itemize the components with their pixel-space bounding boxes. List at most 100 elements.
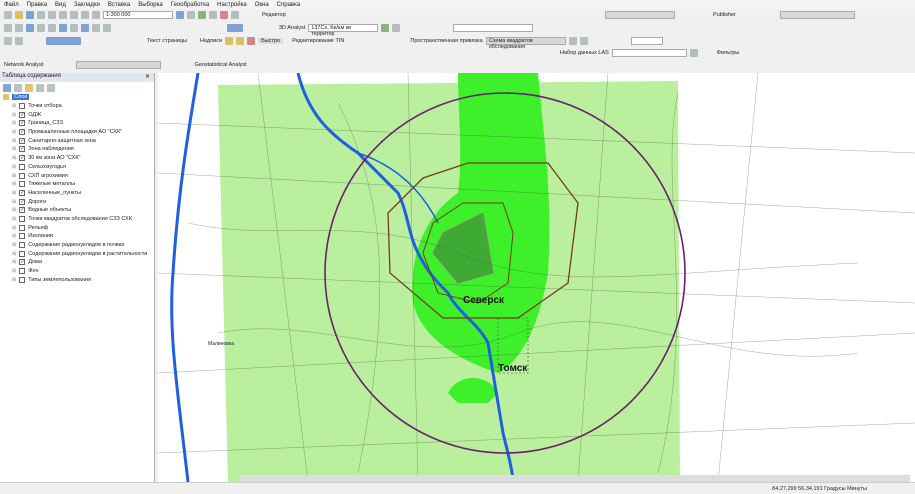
label-manager-icon[interactable]	[225, 37, 234, 45]
toc-layer[interactable]: ⊞ Рельеф	[0, 223, 154, 232]
expand-icon[interactable]: ⊞	[12, 112, 16, 118]
toc-layer[interactable]: ⊞ ✓ Санитарно-защитная зона	[0, 136, 154, 145]
las-icon[interactable]	[689, 49, 698, 57]
toc-layer[interactable]: ⊞ ✓ 30 км зона АО "СХК"	[0, 154, 154, 163]
draw-icon[interactable]	[4, 37, 12, 45]
layer-visibility-checkbox[interactable]: ✓	[19, 155, 26, 162]
toc-layer[interactable]: ⊞ Типы землепользования	[0, 275, 154, 284]
expand-icon[interactable]: ⊞	[12, 103, 16, 109]
fast-select[interactable]: Быстро	[258, 38, 284, 44]
layer-visibility-checkbox[interactable]	[19, 172, 26, 179]
layer-visibility-checkbox[interactable]: ✓	[19, 259, 26, 266]
layer-visibility-checkbox[interactable]	[19, 215, 26, 222]
layer-visibility-checkbox[interactable]	[19, 250, 26, 257]
arctoolbox-icon[interactable]	[220, 11, 228, 19]
publisher-select[interactable]	[780, 11, 855, 19]
profile-icon[interactable]	[392, 24, 401, 32]
layer-visibility-checkbox[interactable]	[19, 242, 26, 249]
expand-icon[interactable]: ⊞	[12, 155, 16, 161]
toc-layer[interactable]: ⊞ ✓ Граница_СЗЗ	[0, 119, 154, 128]
map-view[interactable]: Северск Томск Малиновка	[158, 73, 915, 482]
toc-layer[interactable]: ⊞ ✓ Промышленные площадки АО "СХК"	[0, 128, 154, 137]
toc-layer[interactable]: ⊞ Содержание радионуклидов в почвах	[0, 241, 154, 250]
tin-edit-menu[interactable]: Редактирование TIN	[292, 38, 344, 44]
zoom-in-icon[interactable]	[4, 24, 12, 32]
select-icon[interactable]	[70, 24, 78, 32]
3d-layer-select[interactable]: 137Cs, Ки/км кв территор	[308, 24, 379, 37]
toc-layer[interactable]: ⊞ ✓ Дома	[0, 258, 154, 267]
expand-icon[interactable]: ⊞	[12, 207, 16, 213]
color-swatch[interactable]	[227, 24, 243, 32]
layer-visibility-checkbox[interactable]	[19, 276, 26, 283]
menu-edit[interactable]: Правка	[27, 2, 47, 8]
page-text-menu[interactable]: Текст страницы	[147, 38, 187, 44]
layer-visibility-checkbox[interactable]	[19, 103, 26, 110]
layer-visibility-checkbox[interactable]: ✓	[19, 207, 26, 214]
label-icon[interactable]	[236, 37, 245, 45]
fixed-zoom-icon[interactable]	[48, 24, 56, 32]
data-frame-label[interactable]: Слои	[12, 94, 30, 101]
expand-icon[interactable]: ⊞	[12, 199, 16, 205]
list-by-source-icon[interactable]	[14, 83, 22, 92]
toc-layer[interactable]: ⊞ СХП агрохимия	[0, 171, 154, 180]
layer-visibility-checkbox[interactable]	[19, 224, 26, 231]
expand-icon[interactable]: ⊞	[12, 146, 16, 152]
toc-layer[interactable]: ⊞ Тяжелые металлы	[0, 180, 154, 189]
spatial-adjust-menu[interactable]: Пространственная привязка	[410, 38, 482, 44]
expand-icon[interactable]: ⊞	[12, 164, 16, 170]
network-select[interactable]	[76, 61, 162, 69]
find-icon[interactable]	[92, 24, 100, 32]
open-icon[interactable]	[15, 11, 23, 19]
layer-visibility-checkbox[interactable]	[19, 268, 26, 275]
menu-view[interactable]: Вид	[55, 2, 66, 8]
undo-icon[interactable]	[81, 11, 89, 19]
identify-icon[interactable]	[81, 24, 89, 32]
expand-icon[interactable]: ⊞	[12, 129, 16, 135]
toc-layer[interactable]: ⊞ ✓ ОДЖ	[0, 110, 154, 119]
layer-visibility-checkbox[interactable]	[19, 181, 26, 188]
geostatistical-analyst-menu[interactable]: Geostatistical Analyst	[194, 62, 246, 68]
toc-layer[interactable]: ⊞ Сельхозугодья	[0, 163, 154, 172]
toc-layer[interactable]: ⊞ Изолинии	[0, 232, 154, 241]
add-data-icon[interactable]	[92, 11, 100, 19]
copy-icon[interactable]	[59, 11, 67, 19]
layer-visibility-checkbox[interactable]: ✓	[19, 111, 26, 118]
layer-visibility-checkbox[interactable]: ✓	[19, 146, 26, 153]
expand-icon[interactable]: ⊞	[12, 259, 16, 265]
layer-visibility-checkbox[interactable]: ✓	[19, 189, 26, 196]
print-icon[interactable]	[37, 11, 45, 19]
toc-layer[interactable]: ⊞ ✓ Зона наблюдения	[0, 145, 154, 154]
list-by-visibility-icon[interactable]	[25, 83, 33, 92]
editor-menu[interactable]: Редактор	[262, 12, 286, 18]
label-priority-icon[interactable]	[247, 37, 256, 45]
scale-field[interactable]: 1:300 000	[103, 11, 173, 19]
save-icon[interactable]	[26, 11, 34, 19]
expand-icon[interactable]: ⊞	[12, 225, 16, 231]
spatial-adjust-layer[interactable]: Схема квадратов обследования	[485, 37, 566, 50]
fill-color[interactable]	[46, 37, 81, 45]
full-extent-icon[interactable]	[37, 24, 45, 32]
catalog-icon[interactable]	[198, 11, 206, 19]
menu-windows[interactable]: Окна	[255, 2, 269, 8]
expand-icon[interactable]: ⊞	[12, 216, 16, 222]
expand-icon[interactable]: ⊞	[12, 277, 16, 283]
labels-menu[interactable]: Надписи	[200, 38, 222, 44]
layer-visibility-checkbox[interactable]: ✓	[19, 120, 26, 127]
expand-icon[interactable]: ⊞	[12, 268, 16, 274]
adjust-input[interactable]	[630, 37, 663, 45]
expand-icon[interactable]: ⊞	[12, 181, 16, 187]
python-icon[interactable]	[231, 11, 239, 19]
toc-icon[interactable]	[187, 11, 195, 19]
toc-layer[interactable]: ⊞ ✓ Водные объекты	[0, 206, 154, 215]
expand-icon[interactable]: ⊞	[12, 190, 16, 196]
close-icon[interactable]: ✕	[145, 73, 150, 82]
link-table-icon[interactable]	[579, 37, 588, 45]
menu-selection[interactable]: Выборка	[138, 2, 163, 8]
layer-visibility-checkbox[interactable]: ✓	[19, 129, 26, 136]
las-dataset-menu[interactable]: Набор данных LAS	[560, 50, 609, 56]
search-icon[interactable]	[209, 11, 217, 19]
menu-customize[interactable]: Настройка	[217, 2, 247, 8]
expand-icon[interactable]: ⊞	[12, 233, 16, 239]
network-analyst-menu[interactable]: Network Analyst	[4, 62, 43, 68]
publisher-menu[interactable]: Publisher	[713, 12, 736, 18]
